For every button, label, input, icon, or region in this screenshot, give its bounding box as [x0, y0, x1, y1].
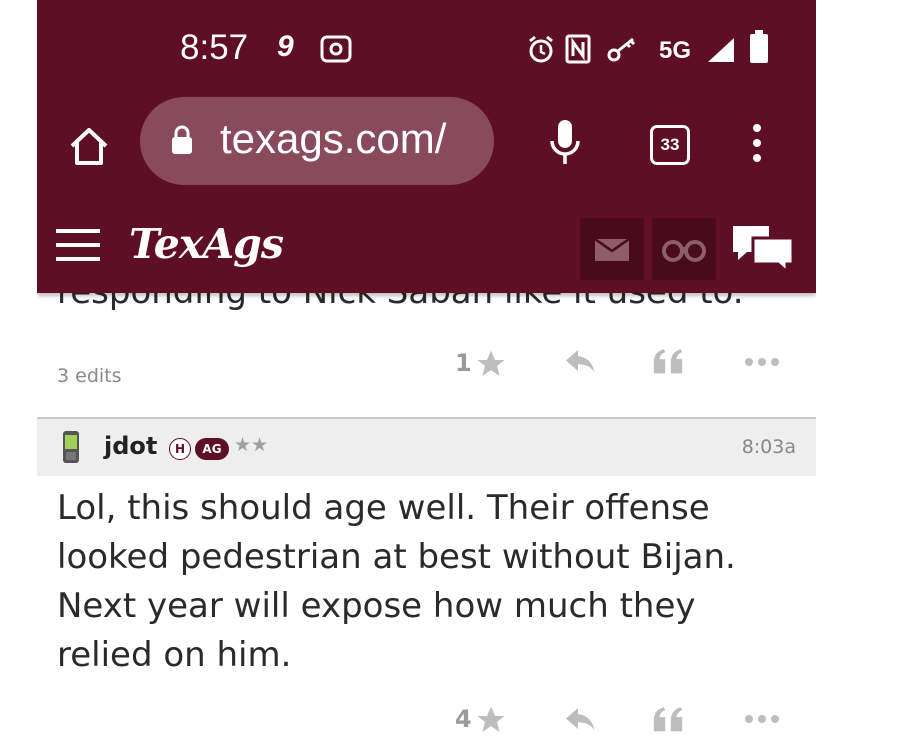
home-icon[interactable] — [68, 126, 110, 166]
rank-stars: ★★ — [234, 434, 269, 456]
radio-icon — [320, 35, 352, 63]
like-count: 4 — [455, 705, 472, 733]
url-text: texags.com/ — [220, 115, 447, 162]
nfc-icon — [565, 34, 591, 64]
chat-icon[interactable] — [731, 222, 795, 274]
battery-icon — [750, 30, 768, 63]
post-body: Lol, this should age well. Their offense… — [57, 488, 736, 675]
tabs-button[interactable]: 33 — [650, 125, 690, 165]
reply-icon[interactable] — [563, 704, 599, 736]
more-vert-icon[interactable] — [747, 124, 767, 164]
more-horiz-icon[interactable] — [743, 356, 781, 368]
badge-h: H — [169, 438, 191, 460]
star-icon — [477, 350, 505, 376]
mail-icon — [594, 238, 630, 261]
omnibox[interactable]: texags.com/ — [140, 97, 494, 185]
alarm-icon — [529, 35, 553, 63]
like-count: 1 — [455, 349, 472, 377]
vpn-key-icon — [607, 37, 636, 62]
post-username[interactable]: jdot — [104, 432, 157, 460]
binoculars-icon — [662, 240, 706, 262]
quote-icon[interactable] — [651, 347, 685, 377]
more-horiz-icon[interactable] — [743, 713, 781, 725]
notification-icon: 9 — [277, 30, 294, 63]
menu-icon[interactable] — [56, 229, 100, 265]
quote-icon[interactable] — [651, 705, 685, 735]
binoculars-button[interactable] — [652, 218, 716, 280]
previous-post-like-button[interactable]: 1 — [453, 344, 513, 384]
post-header: jdot H AG ★★ 8:03a — [37, 417, 816, 476]
reply-icon[interactable] — [563, 346, 599, 378]
post-time: 8:03a — [741, 436, 796, 458]
mic-icon[interactable] — [549, 118, 581, 168]
badge-ag: AG — [195, 438, 229, 460]
phone-icon — [63, 431, 79, 463]
network-label: 5G — [659, 37, 692, 64]
lock-icon — [172, 125, 192, 154]
phone-screen: responding to Nick Saban like it used to… — [37, 0, 816, 750]
star-icon — [477, 706, 505, 732]
texags-logo[interactable]: TexAgs — [129, 220, 284, 268]
status-time: 8:57 — [180, 28, 249, 67]
edits-label[interactable]: 3 edits — [57, 365, 122, 387]
browser-chrome: 8:57 9 5G texags.com/ 33 TexAgs — [37, 0, 816, 293]
mail-button[interactable] — [580, 218, 644, 280]
post-like-button[interactable]: 4 — [453, 700, 513, 740]
signal-icon — [708, 38, 734, 62]
